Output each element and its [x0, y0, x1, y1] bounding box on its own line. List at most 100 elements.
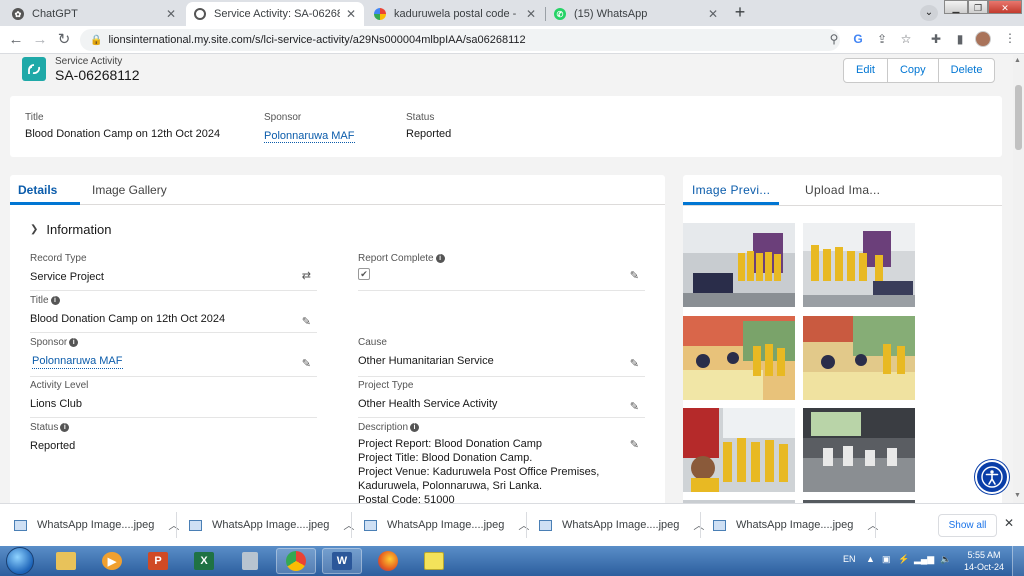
taskbar-chrome[interactable]: [276, 548, 316, 574]
chevron-up-icon[interactable]: ︿: [343, 517, 354, 533]
section-information-toggle[interactable]: ❯ Information: [30, 222, 111, 237]
chevron-up-icon[interactable]: ︿: [518, 517, 529, 533]
pencil-edit-icon[interactable]: ✎: [630, 357, 639, 370]
windows-start-button[interactable]: [6, 547, 34, 575]
forward-arrow-icon[interactable]: →: [30, 30, 50, 50]
close-tab-icon[interactable]: ✕: [346, 7, 356, 21]
tab-image-preview[interactable]: Image Previ...: [692, 183, 770, 197]
download-item[interactable]: WhatsApp Image....jpeg ︿: [364, 514, 529, 536]
new-tab-button[interactable]: +: [730, 3, 750, 23]
close-downloads-icon[interactable]: ✕: [1004, 516, 1014, 530]
taskbar-calculator[interactable]: [230, 548, 270, 574]
gallery-photo-3[interactable]: [683, 316, 795, 400]
reload-icon[interactable]: ↻: [54, 30, 74, 50]
signal-icon[interactable]: ▂▄▆: [914, 554, 934, 565]
lock-icon: 🔒: [90, 34, 103, 46]
chevron-up-icon[interactable]: ︿: [693, 517, 704, 533]
download-item[interactable]: WhatsApp Image....jpeg ︿: [713, 514, 878, 536]
change-record-type-icon[interactable]: ⇄: [302, 269, 311, 282]
taskbar-notes[interactable]: [414, 548, 454, 574]
network-icon[interactable]: ▣: [882, 554, 891, 565]
tab-search-chevron-icon[interactable]: ⌄: [920, 5, 938, 21]
restore-button[interactable]: ❐: [968, 0, 988, 14]
side-panel-icon[interactable]: ▮: [952, 32, 968, 46]
page-title: SA-06268112: [55, 67, 140, 83]
sponsor-field-link[interactable]: Polonnaruwa MAF: [32, 354, 123, 369]
tab-upload-image[interactable]: Upload Ima...: [805, 183, 880, 197]
chevron-up-icon[interactable]: ︿: [168, 517, 179, 533]
page-scrollbar[interactable]: ▲ ▼: [1013, 55, 1024, 503]
copy-button[interactable]: Copy: [888, 59, 939, 82]
show-hidden-icons-icon[interactable]: ▲: [866, 554, 875, 564]
highlight-title-value: Blood Donation Camp on 12th Oct 2024: [25, 128, 221, 140]
share-icon[interactable]: ⇪: [874, 32, 890, 46]
google-lens-icon[interactable]: G: [850, 32, 866, 46]
gallery-photo-1[interactable]: [683, 223, 795, 307]
tab-service-activity[interactable]: Service Activity: SA-06268112 ✕: [186, 2, 364, 26]
field-status: Status i Reported: [30, 422, 317, 462]
clock-time: 5:55 AM: [967, 550, 1001, 560]
scroll-up-icon[interactable]: ▲: [1014, 57, 1021, 64]
show-desktop-button[interactable]: [1012, 546, 1024, 576]
tab-image-gallery[interactable]: Image Gallery: [92, 183, 167, 197]
download-separator: [700, 512, 701, 538]
downloads-bar: WhatsApp Image....jpeg ︿ WhatsApp Image.…: [0, 503, 1024, 546]
address-bar[interactable]: 🔒 lionsinternational.my.site.com/s/lci-s…: [80, 29, 840, 51]
accessibility-button[interactable]: [975, 460, 1009, 494]
scrollbar-thumb[interactable]: [1015, 85, 1022, 150]
system-clock[interactable]: 5:55 AM 14-Oct-24: [962, 549, 1006, 573]
extensions-puzzle-icon[interactable]: ✚: [928, 32, 944, 46]
scroll-down-icon[interactable]: ▼: [1014, 492, 1021, 499]
pencil-edit-icon[interactable]: ✎: [630, 269, 639, 282]
close-window-button[interactable]: ✕: [988, 0, 1022, 14]
info-icon[interactable]: i: [410, 423, 420, 432]
info-icon[interactable]: i: [69, 338, 79, 347]
minimize-button[interactable]: ▁: [944, 0, 968, 14]
gallery-photo-6[interactable]: [803, 408, 915, 492]
chevron-up-icon[interactable]: ︿: [867, 517, 878, 533]
taskbar-firefox[interactable]: [368, 548, 408, 574]
info-icon[interactable]: i: [60, 423, 70, 432]
location-pin-icon[interactable]: ⚲: [826, 32, 842, 46]
edit-button[interactable]: Edit: [844, 59, 888, 82]
language-indicator[interactable]: EN: [843, 554, 856, 564]
field-value: Other Health Service Activity: [358, 398, 498, 410]
download-item[interactable]: WhatsApp Image....jpeg ︿: [14, 514, 179, 536]
taskbar-excel[interactable]: X: [184, 548, 224, 574]
taskbar-powerpoint[interactable]: P: [138, 548, 178, 574]
show-all-downloads-button[interactable]: Show all: [938, 514, 997, 537]
info-icon[interactable]: i: [50, 296, 60, 305]
delete-button[interactable]: Delete: [939, 59, 995, 82]
browser-menu-icon[interactable]: ⋮: [1004, 31, 1016, 45]
close-tab-icon[interactable]: ✕: [166, 7, 176, 21]
field-label: Title i: [30, 295, 317, 306]
pencil-edit-icon[interactable]: ✎: [302, 357, 311, 370]
tab-whatsapp[interactable]: ✆ (15) WhatsApp ✕: [546, 2, 726, 26]
gallery-photo-2[interactable]: [803, 223, 915, 307]
bookmark-star-icon[interactable]: ☆: [898, 32, 914, 46]
volume-icon[interactable]: 🔈: [940, 554, 951, 565]
tab-chatgpt[interactable]: ✿ ChatGPT ✕: [4, 2, 184, 26]
back-arrow-icon[interactable]: ←: [6, 30, 26, 50]
gallery-photo-5[interactable]: [683, 408, 795, 492]
pencil-edit-icon[interactable]: ✎: [630, 438, 639, 451]
field-label: Project Type: [358, 380, 414, 391]
close-tab-icon[interactable]: ✕: [526, 7, 536, 21]
image-file-icon: [713, 519, 726, 531]
highlight-title-label: Title: [25, 112, 44, 123]
gallery-photo-4[interactable]: [803, 316, 915, 400]
pencil-edit-icon[interactable]: ✎: [302, 315, 311, 328]
taskbar-media-player[interactable]: ▶: [92, 548, 132, 574]
profile-avatar[interactable]: [975, 31, 991, 47]
taskbar-file-explorer[interactable]: [46, 548, 86, 574]
download-item[interactable]: WhatsApp Image....jpeg ︿: [539, 514, 704, 536]
download-item[interactable]: WhatsApp Image....jpeg ︿: [189, 514, 354, 536]
pencil-edit-icon[interactable]: ✎: [630, 400, 639, 413]
close-tab-icon[interactable]: ✕: [708, 7, 718, 21]
taskbar-word[interactable]: W: [322, 548, 362, 574]
tab-details[interactable]: Details: [18, 183, 57, 197]
usb-icon[interactable]: ⚡: [898, 554, 909, 565]
tab-google-search[interactable]: kaduruwela postal code - Google ✕: [366, 2, 544, 26]
info-icon[interactable]: i: [435, 254, 445, 263]
sponsor-link[interactable]: Polonnaruwa MAF: [264, 130, 355, 143]
